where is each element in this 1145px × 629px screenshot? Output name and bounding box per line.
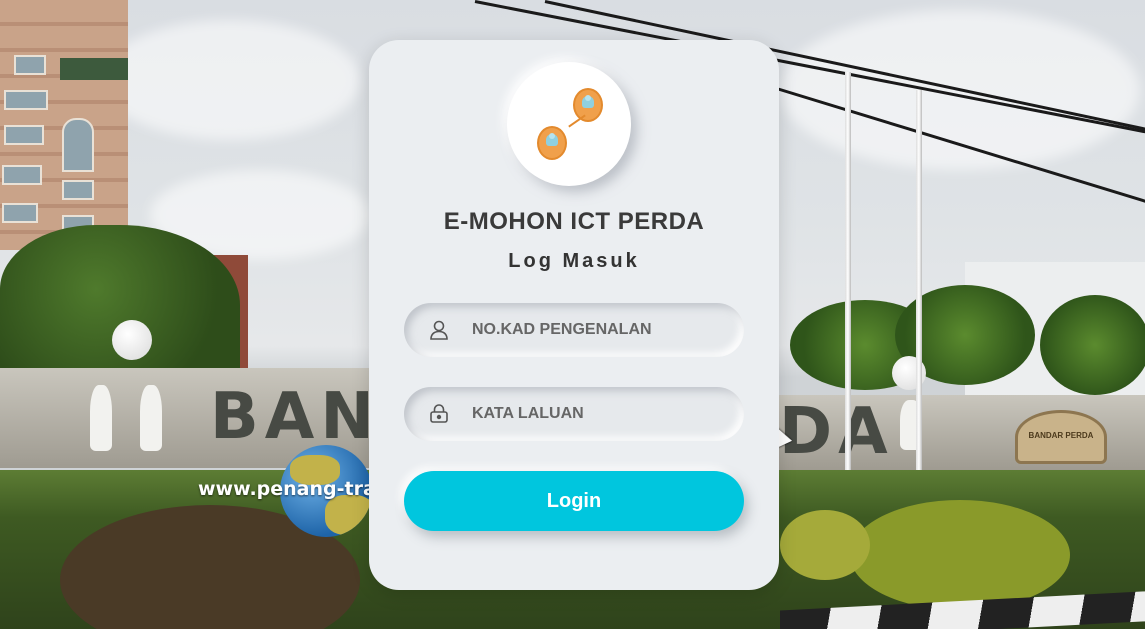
watermark-text: www.penang-trav <box>198 478 389 500</box>
login-button[interactable]: Login <box>404 471 744 531</box>
town-sign: BANDAR PERDA <box>1015 410 1107 464</box>
user-bubble-icon <box>537 126 567 160</box>
chat-users-icon <box>507 62 631 186</box>
password-field[interactable] <box>404 387 744 441</box>
building-left <box>0 0 128 250</box>
wall-lettering-right: DA <box>779 395 894 469</box>
user-icon <box>428 319 450 341</box>
app-title: E-MOHON ICT PERDA <box>443 208 705 235</box>
ic-number-input[interactable] <box>470 320 744 340</box>
password-input[interactable] <box>470 404 744 424</box>
lock-icon <box>428 403 450 425</box>
ic-number-field[interactable] <box>404 303 744 357</box>
user-bubble-icon <box>573 88 603 122</box>
page-subtitle: Log Masuk <box>508 250 640 272</box>
login-card: E-MOHON ICT PERDA Log Masuk Login <box>369 40 779 590</box>
wall-lettering: BAN <box>210 380 380 454</box>
